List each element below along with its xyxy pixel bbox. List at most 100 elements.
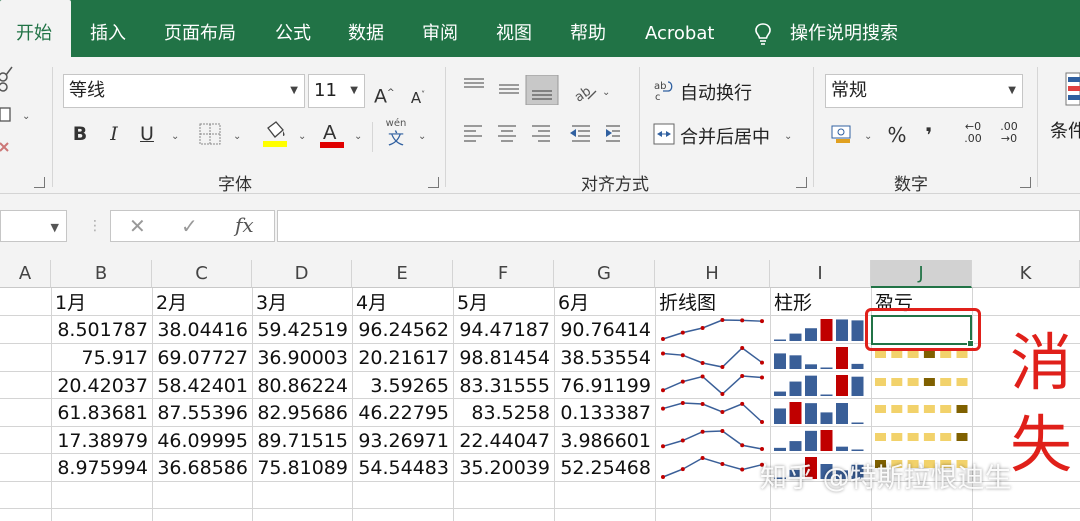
tell-me-search[interactable]: 操作说明搜索 — [790, 0, 898, 57]
column-header-j[interactable]: J — [871, 260, 972, 288]
table-cell[interactable]: 17.38979 — [52, 427, 152, 454]
font-size-select[interactable]: 11 ▼ — [308, 74, 365, 108]
table-cell[interactable]: 8.501787 — [52, 316, 152, 343]
clipboard-launcher-icon[interactable] — [34, 177, 45, 188]
table-cell[interactable]: 87.55396 — [153, 399, 252, 426]
conditional-format-button[interactable]: 条件 — [1050, 117, 1080, 143]
font-name-select[interactable]: 等线 ▼ — [63, 74, 305, 108]
column-header-e[interactable]: E — [352, 260, 453, 288]
table-cell[interactable]: 3.986601 — [555, 427, 655, 454]
table-cell[interactable]: 98.81454 — [454, 344, 554, 371]
tab-data[interactable]: 数据 — [348, 0, 384, 57]
grow-font-button[interactable]: A^ — [374, 81, 395, 108]
decrease-decimal-button[interactable]: .00 →0 — [996, 121, 1022, 145]
wrap-text-button[interactable]: 自动换行 — [680, 79, 752, 105]
column-header-h[interactable]: H — [655, 260, 770, 288]
merge-center-icon[interactable] — [653, 123, 675, 145]
column-header-c[interactable]: C — [152, 260, 252, 288]
header-cell[interactable]: 柱形 — [771, 289, 871, 316]
underline-dropdown-icon[interactable]: ⌄ — [171, 131, 179, 142]
header-cell[interactable]: 1月 — [52, 289, 152, 316]
underline-button[interactable]: U — [137, 122, 157, 146]
table-cell[interactable]: 75.81089 — [253, 454, 352, 481]
borders-icon[interactable] — [199, 123, 221, 145]
table-cell[interactable]: 82.95686 — [253, 399, 352, 426]
phonetic-dropdown-icon[interactable]: ⌄ — [418, 131, 426, 142]
worksheet-grid[interactable]: A B C D E F G H I J K 1月 2月 3月 4月 5月 6月 折线图 柱形盈… — [0, 260, 1080, 521]
table-cell[interactable]: 58.42401 — [153, 372, 252, 399]
table-cell[interactable]: 54.54483 — [353, 454, 453, 481]
merge-center-button[interactable]: 合并后居中 — [680, 123, 770, 149]
italic-button[interactable]: I — [104, 122, 124, 146]
alignment-launcher-icon[interactable] — [796, 177, 807, 188]
horizontal-align-icons[interactable] — [462, 123, 622, 145]
orientation-icon[interactable]: ab — [572, 79, 598, 103]
font-color-icon[interactable]: A — [319, 119, 345, 149]
tab-acrobat[interactable]: Acrobat — [645, 0, 714, 57]
clipboard-icons[interactable]: ⌄ — [0, 65, 40, 165]
font-color-dropdown-icon[interactable]: ⌄ — [354, 131, 362, 142]
table-cell[interactable]: 80.86224 — [253, 372, 352, 399]
tab-home[interactable]: 开始 — [0, 0, 71, 57]
fill-color-dropdown-icon[interactable]: ⌄ — [298, 131, 306, 142]
table-cell[interactable]: 52.25468 — [555, 454, 655, 481]
vertical-align-icons[interactable] — [462, 75, 562, 105]
table-cell[interactable]: 94.47187 — [454, 316, 554, 343]
table-cell[interactable]: 20.21617 — [353, 344, 453, 371]
font-launcher-icon[interactable] — [428, 177, 439, 188]
shrink-font-button[interactable]: A˅ — [409, 83, 427, 110]
orientation-dropdown-icon[interactable]: ⌄ — [602, 87, 610, 98]
table-cell[interactable]: 3.59265 — [353, 372, 453, 399]
comma-button[interactable]: ❜ — [921, 123, 937, 147]
table-cell[interactable]: 96.24562 — [353, 316, 453, 343]
table-cell[interactable]: 75.917 — [52, 344, 152, 371]
merge-dropdown-icon[interactable]: ⌄ — [784, 131, 792, 142]
table-cell[interactable]: 93.26971 — [353, 427, 453, 454]
table-cell[interactable]: 89.71515 — [253, 427, 352, 454]
table-cell[interactable]: 59.42519 — [253, 316, 352, 343]
fill-color-icon[interactable] — [262, 120, 288, 148]
bold-button[interactable]: B — [70, 122, 90, 146]
table-cell[interactable]: 38.53554 — [555, 344, 655, 371]
table-cell[interactable]: 8.975994 — [52, 454, 152, 481]
header-cell[interactable]: 4月 — [353, 289, 453, 316]
wrap-text-icon[interactable]: abc — [654, 79, 674, 101]
table-cell[interactable]: 90.76414 — [555, 316, 655, 343]
table-cell[interactable]: 46.09995 — [153, 427, 252, 454]
tab-page-layout[interactable]: 页面布局 — [164, 0, 236, 57]
tab-insert[interactable]: 插入 — [90, 0, 126, 57]
phonetic-guide-button[interactable]: wén 文 — [385, 118, 407, 148]
table-cell[interactable]: 0.133387 — [555, 399, 655, 426]
column-header-k[interactable]: K — [972, 260, 1080, 288]
lightbulb-icon[interactable] — [752, 22, 774, 46]
table-cell[interactable]: 22.44047 — [454, 427, 554, 454]
table-cell[interactable]: 36.68586 — [153, 454, 252, 481]
column-header-g[interactable]: G — [554, 260, 655, 288]
header-cell[interactable]: 5月 — [454, 289, 554, 316]
insert-function-button[interactable]: fx — [235, 213, 254, 237]
table-cell[interactable]: 83.5258 — [454, 399, 554, 426]
column-header-d[interactable]: D — [252, 260, 352, 288]
tab-view[interactable]: 视图 — [496, 0, 532, 57]
table-cell[interactable]: 61.83681 — [52, 399, 152, 426]
table-cell[interactable]: 46.22795 — [353, 399, 453, 426]
tab-review[interactable]: 审阅 — [422, 0, 458, 57]
accounting-dropdown-icon[interactable]: ⌄ — [864, 131, 872, 142]
header-cell[interactable]: 3月 — [253, 289, 352, 316]
borders-dropdown-icon[interactable]: ⌄ — [233, 131, 241, 142]
tab-formulas[interactable]: 公式 — [275, 0, 311, 57]
name-box[interactable]: ▼ — [0, 210, 67, 242]
table-cell[interactable]: 20.42037 — [52, 372, 152, 399]
table-cell[interactable]: 69.07727 — [153, 344, 252, 371]
increase-decimal-button[interactable]: ←0 .00 — [960, 121, 986, 145]
table-cell[interactable]: 76.91199 — [555, 372, 655, 399]
table-cell[interactable]: 38.04416 — [153, 316, 252, 343]
formula-input[interactable] — [277, 210, 1080, 242]
column-header-a[interactable]: A — [0, 260, 51, 288]
number-format-select[interactable]: 常规 ▼ — [825, 74, 1023, 108]
tab-help[interactable]: 帮助 — [570, 0, 606, 57]
table-cell[interactable]: 35.20039 — [454, 454, 554, 481]
table-cell[interactable]: 83.31555 — [454, 372, 554, 399]
column-header-b[interactable]: B — [51, 260, 152, 288]
percent-button[interactable]: % — [886, 123, 908, 147]
